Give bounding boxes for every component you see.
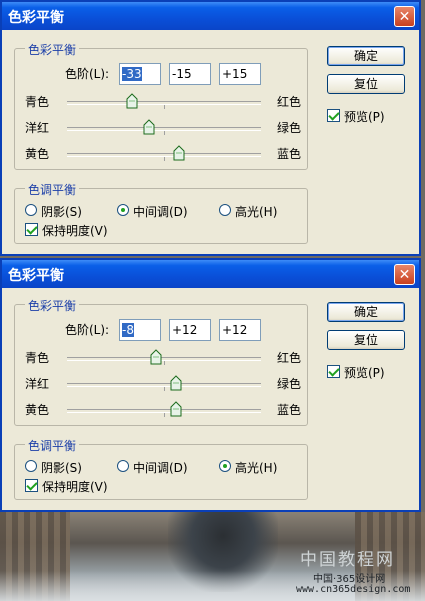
slider-right-label: 蓝色 (277, 147, 302, 161)
radio-label: 高光(H) (235, 461, 278, 475)
radio-circle (117, 460, 129, 472)
slider-left-label: 黄色 (25, 147, 50, 161)
radio-label: 阴影(S) (41, 205, 82, 219)
level-field-yellow-blue[interactable]: +15 (219, 63, 261, 85)
slider-left-label: 黄色 (25, 403, 50, 417)
tone-balance-group-label: 色调平衡 (25, 181, 80, 198)
watermark-title: 中国教程网 (300, 550, 395, 570)
watermark-url: www.cn365design.com (296, 584, 411, 595)
tone-balance-group-label: 色调平衡 (25, 437, 80, 454)
radio-circle (117, 204, 129, 216)
level-value-3: +15 (222, 67, 248, 81)
slider-row-yellow-blue: 黄色 蓝色 (15, 401, 309, 421)
checkbox-box (25, 223, 38, 236)
level-field-yellow-blue[interactable]: +12 (219, 319, 261, 341)
level-field-cyan-red[interactable]: -8 (119, 319, 161, 341)
slider-right-label: 绿色 (277, 121, 302, 135)
reset-button[interactable]: 复位 (327, 330, 405, 350)
level-value-2: -15 (172, 67, 192, 81)
radio-circle (25, 204, 37, 216)
slider-right-label: 红色 (277, 351, 302, 365)
slider-row-magenta-green: 洋红 绿色 (15, 119, 309, 139)
level-value-2: +12 (172, 323, 198, 337)
color-balance-dialog-1: 色彩平衡 ✕ 色彩平衡 色阶(L): -33 -15 +15 青色 红色 洋红 … (0, 0, 421, 256)
dialog-title: 色彩平衡 (8, 268, 64, 284)
color-balance-group: 色彩平衡 色阶(L): -33 -15 +15 青色 红色 洋红 绿色 黄色 蓝… (14, 41, 309, 170)
ok-button[interactable]: 确定 (327, 302, 405, 322)
checkbox-label: 预览(P) (344, 110, 385, 124)
ok-button[interactable]: 确定 (327, 46, 405, 66)
slider-center-tick (164, 157, 165, 161)
slider-thumb[interactable] (143, 119, 155, 135)
radio-circle (25, 460, 37, 472)
slider-right-label: 红色 (277, 95, 302, 109)
title-bar[interactable]: 色彩平衡 ✕ (2, 2, 419, 30)
tone-balance-group: 色调平衡 阴影(S) 中间调(D) 高光(H) 保持明度(V) (14, 437, 308, 500)
slider-right-label: 绿色 (277, 377, 302, 391)
radio-circle (219, 204, 231, 216)
slider-row-cyan-red: 青色 红色 (15, 349, 309, 369)
slider-center-tick (164, 361, 165, 365)
level-field-magenta-green[interactable]: +12 (169, 319, 211, 341)
level-value-3: +12 (222, 323, 248, 337)
title-bar[interactable]: 色彩平衡 ✕ (2, 260, 419, 288)
levels-label: 色阶(L): (65, 67, 110, 81)
slider-left-label: 青色 (25, 95, 50, 109)
color-balance-group: 色彩平衡 色阶(L): -8 +12 +12 青色 红色 洋红 绿色 黄色 蓝色 (14, 297, 309, 426)
level-field-magenta-green[interactable]: -15 (169, 63, 211, 85)
checkbox-label: 保持明度(V) (42, 224, 108, 238)
slider-center-tick (164, 105, 165, 109)
slider-thumb[interactable] (170, 401, 182, 417)
radio-label: 中间调(D) (133, 461, 188, 475)
checkbox-box (327, 365, 340, 378)
reset-button[interactable]: 复位 (327, 74, 405, 94)
slider-row-magenta-green: 洋红 绿色 (15, 375, 309, 395)
slider-thumb[interactable] (170, 375, 182, 391)
level-value-1: -8 (122, 323, 134, 337)
slider-center-tick (164, 131, 165, 135)
slider-left-label: 洋红 (25, 121, 50, 135)
slider-left-label: 洋红 (25, 377, 50, 391)
levels-label: 色阶(L): (65, 323, 110, 337)
slider-center-tick (164, 387, 165, 391)
level-value-1: -33 (122, 67, 142, 81)
radio-label: 高光(H) (235, 205, 278, 219)
radio-label: 中间调(D) (133, 205, 188, 219)
slider-thumb[interactable] (173, 145, 185, 161)
watermark-subtitle: 中国·365设计网 (313, 574, 386, 585)
radio-label: 阴影(S) (41, 461, 82, 475)
checkbox-label: 预览(P) (344, 366, 385, 380)
checkbox-box (327, 109, 340, 122)
slider-row-yellow-blue: 黄色 蓝色 (15, 145, 309, 165)
radio-circle (219, 460, 231, 472)
slider-row-cyan-red: 青色 红色 (15, 93, 309, 113)
slider-left-label: 青色 (25, 351, 50, 365)
color-balance-group-label: 色彩平衡 (25, 297, 80, 314)
checkbox-box (25, 479, 38, 492)
slider-thumb[interactable] (126, 93, 138, 109)
dialog-title: 色彩平衡 (8, 10, 64, 26)
level-field-cyan-red[interactable]: -33 (119, 63, 161, 85)
tone-balance-group: 色调平衡 阴影(S) 中间调(D) 高光(H) 保持明度(V) (14, 181, 308, 244)
slider-center-tick (164, 413, 165, 417)
close-button[interactable]: ✕ (394, 264, 415, 285)
slider-right-label: 蓝色 (277, 403, 302, 417)
checkbox-label: 保持明度(V) (42, 480, 108, 494)
slider-thumb[interactable] (150, 349, 162, 365)
color-balance-group-label: 色彩平衡 (25, 41, 80, 58)
color-balance-dialog-2: 色彩平衡 ✕ 色彩平衡 色阶(L): -8 +12 +12 青色 红色 洋红 绿… (0, 258, 421, 512)
close-button[interactable]: ✕ (394, 6, 415, 27)
